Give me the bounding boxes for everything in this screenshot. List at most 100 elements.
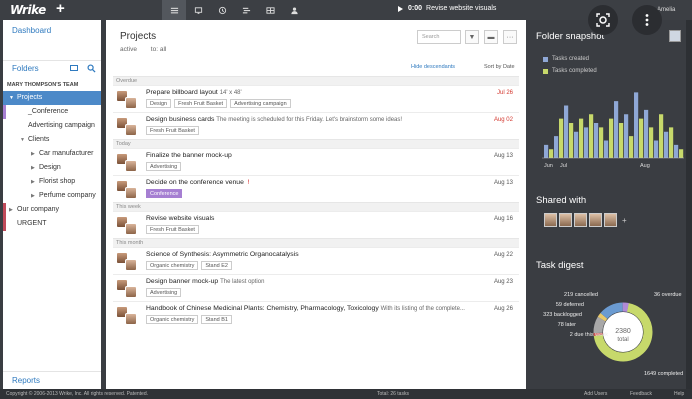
lens-button[interactable] <box>588 5 618 35</box>
chart-bar[interactable] <box>599 127 604 158</box>
chart-bar[interactable] <box>649 127 654 158</box>
expand-arrow-icon[interactable]: ▶ <box>31 189 39 203</box>
task-title[interactable]: Decide on the conference venue ! <box>146 179 249 186</box>
stream-icon[interactable] <box>234 0 258 20</box>
user-icon[interactable] <box>282 0 306 20</box>
avatar[interactable] <box>559 213 572 227</box>
expand-arrow-icon[interactable]: ▶ <box>31 161 39 175</box>
avatar[interactable] <box>574 213 587 227</box>
search-input[interactable]: Search <box>417 30 461 44</box>
avatar[interactable] <box>589 213 602 227</box>
folder-tag[interactable]: Advertising campaign <box>230 99 291 108</box>
sidebar-item[interactable]: ▶ Design <box>3 161 101 175</box>
play-icon[interactable] <box>398 5 403 12</box>
chart-bar[interactable] <box>569 123 574 158</box>
chart-bar[interactable] <box>619 123 624 158</box>
folder-tag[interactable]: Advertising <box>146 288 182 297</box>
folder-tag[interactable]: Organic chemistry <box>146 315 199 324</box>
expand-arrow-icon[interactable]: ▶ <box>9 203 17 217</box>
task-title-text[interactable]: Design business cards <box>146 116 216 123</box>
timeline-icon[interactable] <box>210 0 234 20</box>
task-title-text[interactable]: Decide on the conference venue <box>146 179 246 186</box>
monitor-icon[interactable] <box>186 0 210 20</box>
avatar[interactable] <box>544 213 557 227</box>
task-title-text[interactable]: Finalize the banner mock-up <box>146 152 232 159</box>
chart-bar[interactable] <box>574 131 579 158</box>
chart-bar[interactable] <box>644 109 649 158</box>
task-title[interactable]: Revise website visuals <box>146 215 214 222</box>
task-row[interactable]: Science of Synthesis: Asymmetric Organoc… <box>113 247 519 274</box>
task-title[interactable]: Science of Synthesis: Asymmetric Organoc… <box>146 251 299 258</box>
folder-tag[interactable]: Advertising <box>146 162 182 171</box>
avatar[interactable] <box>604 213 617 227</box>
folder-tag[interactable]: Fresh Fruit Basket <box>146 225 199 234</box>
folder-tag[interactable]: Conference <box>146 189 183 198</box>
task-row[interactable]: Revise website visuals Fresh Fruit Baske… <box>113 211 519 238</box>
add-share-icon[interactable]: + <box>622 216 627 225</box>
task-title[interactable]: Finalize the banner mock-up <box>146 152 232 159</box>
task-title-text[interactable]: Prepare billboard layout <box>146 89 220 96</box>
expand-arrow-icon[interactable]: ▼ <box>9 91 17 105</box>
chart-bar[interactable] <box>624 114 629 158</box>
sort-dropdown[interactable]: Sort by Date <box>484 64 515 70</box>
filter-icon[interactable]: ▼ <box>465 30 479 44</box>
chart-bar[interactable] <box>669 127 674 158</box>
chart-bar[interactable] <box>564 105 569 159</box>
hide-descendants-link[interactable]: Hide descendants <box>411 64 455 70</box>
add-users-link[interactable]: Add Users <box>584 391 607 397</box>
expand-arrow-icon[interactable]: ▼ <box>20 133 28 147</box>
expand-arrow-icon[interactable]: ▶ <box>31 175 39 189</box>
timer[interactable]: 0:00 Revise website visuals <box>398 5 496 12</box>
more-options-icon[interactable]: ··· <box>503 30 517 44</box>
chart-bar[interactable] <box>654 140 659 159</box>
chart-bar[interactable] <box>634 92 639 158</box>
chart-bar[interactable] <box>664 131 669 158</box>
table-icon[interactable] <box>258 0 282 20</box>
wrike-logo[interactable]: Wrike <box>10 3 46 17</box>
task-row[interactable]: Handbook of Chinese Medicinal Plants: Ch… <box>113 301 519 328</box>
task-row[interactable]: Decide on the conference venue ! Conferen… <box>113 175 519 202</box>
help-link[interactable]: Help <box>674 391 684 397</box>
sidebar-item[interactable]: ▶ Perfume company <box>3 189 101 203</box>
chart-bar[interactable] <box>614 101 619 158</box>
folder-view-icon[interactable] <box>70 65 78 71</box>
task-row[interactable]: Prepare billboard layout 14' x 48' Design… <box>113 85 519 112</box>
reports-link[interactable]: Reports <box>12 376 40 385</box>
task-title-text[interactable]: Design banner mock-up <box>146 278 220 285</box>
donut-slice[interactable] <box>597 312 608 322</box>
task-row[interactable]: Finalize the banner mock-up Advertising A… <box>113 148 519 175</box>
feedback-link[interactable]: Feedback <box>630 391 652 397</box>
sidebar-item[interactable]: ▼ Projects <box>3 91 101 105</box>
sidebar-item[interactable]: ▼ Clients <box>3 133 101 147</box>
folder-icon[interactable]: ▬ <box>484 30 498 44</box>
task-title[interactable]: Design business cards The meeting is sch… <box>146 116 402 123</box>
folders-link[interactable]: Folders <box>12 64 39 73</box>
sidebar-item[interactable]: ▶ Florist shop <box>3 175 101 189</box>
sidebar-item[interactable]: Advertising campaign <box>3 119 101 133</box>
task-title[interactable]: Prepare billboard layout 14' x 48' <box>146 89 242 96</box>
chart-bar[interactable] <box>589 114 594 158</box>
chart-bar[interactable] <box>674 144 679 158</box>
expand-arrow-icon[interactable]: ▶ <box>31 147 39 161</box>
chart-bar[interactable] <box>639 118 644 158</box>
search-icon[interactable] <box>87 64 96 73</box>
task-title-text[interactable]: Science of Synthesis: Asymmetric Organoc… <box>146 251 299 258</box>
chart-bar[interactable] <box>554 136 559 158</box>
chart-bar[interactable] <box>659 114 664 158</box>
chart-bar[interactable] <box>594 123 599 158</box>
filter-assignee[interactable]: to: all <box>151 46 167 53</box>
folder-tag[interactable]: Organic chemistry <box>146 261 199 270</box>
more-menu-button[interactable] <box>632 5 662 35</box>
task-title-text[interactable]: Revise website visuals <box>146 215 214 222</box>
chart-bar[interactable] <box>559 118 564 158</box>
sidebar-item[interactable]: _Conference <box>3 105 101 119</box>
filter-active[interactable]: active <box>120 46 137 53</box>
scroll-strip[interactable] <box>686 20 692 389</box>
chart-bar[interactable] <box>544 144 549 158</box>
chart-bar[interactable] <box>609 118 614 158</box>
task-row[interactable]: Design banner mock-up The latest option A… <box>113 274 519 301</box>
sidebar-item[interactable]: URGENT <box>3 217 101 231</box>
donut-slice[interactable] <box>593 316 606 334</box>
dashboard-link[interactable]: Dashboard <box>12 26 51 35</box>
folder-tag[interactable]: Stand B1 <box>201 315 232 324</box>
